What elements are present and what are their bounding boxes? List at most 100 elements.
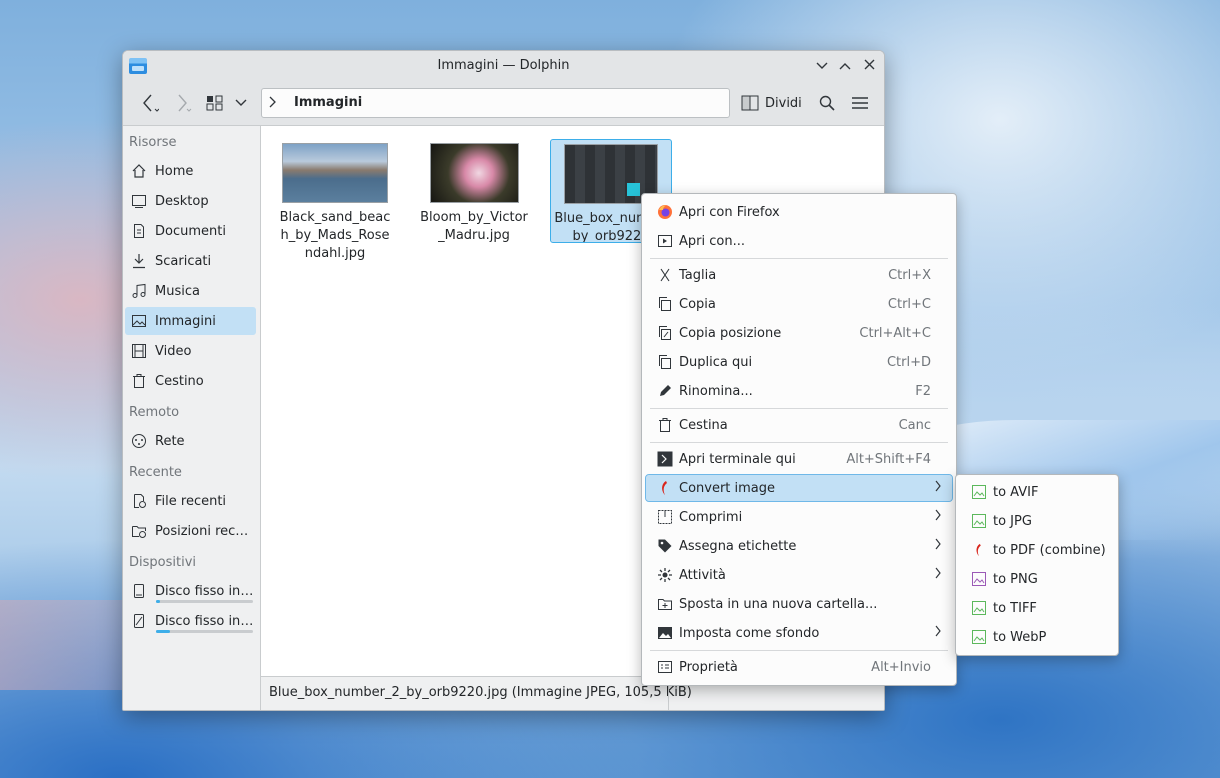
drive-usage-bar [156,600,253,603]
menu-item-duplicate[interactable]: Duplica qui Ctrl+D [646,349,952,375]
menu-separator [650,408,948,409]
breadcrumb[interactable]: Immagini [294,95,362,110]
menu-item-label: Convert image [679,480,776,496]
search-icon[interactable] [817,91,837,115]
sidebar-item-recent-locations[interactable]: Posizioni rece... [125,517,256,545]
submenu-item-to-tiff[interactable]: to TIFF [960,595,1114,621]
open-with-icon [657,233,673,249]
sidebar-item-label: Posizioni rece... [155,523,255,539]
menu-separator [650,650,948,651]
image-thumbnail [282,143,388,203]
duplicate-icon [657,354,673,370]
chevron-right-icon[interactable] [268,95,278,113]
submenu-item-to-webp[interactable]: to WebP [960,624,1114,650]
minimize-button[interactable] [813,57,831,75]
sidebar-item-label: Rete [155,433,185,449]
menu-item-trash[interactable]: Cestina Canc [646,412,952,438]
menu-item-label: Taglia [679,267,717,283]
menu-item-activities[interactable]: Attività [646,562,952,588]
maximize-button[interactable] [836,57,854,75]
submenu-item-to-jpg[interactable]: to JPG [960,508,1114,534]
submenu-item-to-avif[interactable]: to AVIF [960,479,1114,505]
sidebar-item-drive-2[interactable]: Disco fisso int... [125,607,256,635]
menu-item-label: Apri con... [679,233,745,249]
sidebar-item-documents[interactable]: Documenti [125,217,256,245]
menu-item-label: Rinomina... [679,383,753,399]
close-button[interactable] [860,57,878,75]
places-panel: Risorse Home Desktop Documenti Scaricati… [123,126,261,710]
menu-shortcut: Ctrl+X [888,267,931,283]
menu-item-open-with[interactable]: Apri con... [646,228,952,254]
sidebar-item-drive-1[interactable]: Disco fisso int... [125,577,256,605]
menu-shortcut: Canc [898,417,931,433]
back-button[interactable] [139,91,161,115]
sidebar-item-recent-files[interactable]: File recenti [125,487,256,515]
pdf-icon [657,480,673,496]
sidebar-item-downloads[interactable]: Scaricati [125,247,256,275]
location-bar[interactable]: Immagini [261,88,730,118]
menu-item-move-to-new-folder[interactable]: Sposta in una nuova cartella... [646,591,952,617]
sidebar-item-label: Disco fisso int... [155,613,255,629]
sidebar-item-label: Documenti [155,223,226,239]
blue-box-detail [627,183,640,196]
hard-drive-icon [130,612,148,630]
menu-item-label: Proprietà [679,659,738,675]
file-item[interactable]: Black_sand_beach_by_Mads_Rosendahl.jpg [275,139,395,263]
sidebar-item-label: Scaricati [155,253,212,269]
sidebar-item-network[interactable]: Rete [125,427,256,455]
split-button[interactable]: Dividi [741,91,802,115]
menu-item-copy[interactable]: Copia Ctrl+C [646,291,952,317]
sidebar-item-home[interactable]: Home [125,157,256,185]
sidebar-item-music[interactable]: Musica [125,277,256,305]
sidebar-item-label: Disco fisso int... [155,583,255,599]
image-icon [971,513,987,529]
section-header: Recente [129,465,182,480]
music-icon [130,282,148,300]
video-icon [130,342,148,360]
home-icon [130,162,148,180]
status-text: Blue_box_number_2_by_orb9220.jpg (Immagi… [269,685,692,700]
menu-item-open-firefox[interactable]: Apri con Firefox [646,199,952,225]
menu-item-copy-location[interactable]: Copia posizione Ctrl+Alt+C [646,320,952,346]
menu-shortcut: F2 [915,383,931,399]
menu-item-convert-image[interactable]: Convert image [645,474,953,502]
menu-item-label: Copia [679,296,716,312]
sidebar-item-label: Cestino [155,373,204,389]
menu-item-cut[interactable]: Taglia Ctrl+X [646,262,952,288]
sidebar-item-desktop[interactable]: Desktop [125,187,256,215]
menu-item-label: to PDF (combine) [993,542,1106,558]
menu-item-label: to PNG [993,571,1038,587]
sidebar-item-pictures[interactable]: Immagini [125,307,256,335]
title-bar[interactable]: Immagini — Dolphin [123,51,884,81]
menu-item-open-terminal[interactable]: Apri terminale qui Alt+Shift+F4 [646,446,952,472]
file-name: Bloom_by_Victor_Madru.jpg [420,210,528,243]
menu-item-label: Apri con Firefox [679,204,780,220]
view-mode-dropdown-icon[interactable] [233,91,249,115]
menu-shortcut: Ctrl+Alt+C [859,325,931,341]
menu-item-properties[interactable]: Proprietà Alt+Invio [646,654,952,680]
split-view-icon [741,95,759,111]
context-menu: Apri con Firefox Apri con... Taglia Ctrl… [641,193,957,686]
menu-item-label: to WebP [993,629,1047,645]
forward-button[interactable] [172,91,194,115]
sidebar-item-label: Home [155,163,194,179]
chevron-right-icon [934,538,942,554]
submenu-item-to-png[interactable]: to PNG [960,566,1114,592]
sidebar-item-label: File recenti [155,493,227,509]
view-mode-icon[interactable] [205,91,225,115]
archive-icon [657,509,673,525]
menu-item-set-wallpaper[interactable]: Imposta come sfondo [646,620,952,646]
sidebar-item-trash[interactable]: Cestino [125,367,256,395]
file-item[interactable]: Bloom_by_Victor_Madru.jpg [414,139,534,245]
section-header: Risorse [129,135,177,150]
copy-icon [657,296,673,312]
image-icon [971,629,987,645]
menu-item-rename[interactable]: Rinomina... F2 [646,378,952,404]
submenu-item-to-pdf[interactable]: to PDF (combine) [960,537,1114,563]
menu-item-compress[interactable]: Comprimi [646,504,952,530]
hamburger-menu-icon[interactable] [850,91,870,115]
sidebar-item-videos[interactable]: Video [125,337,256,365]
menu-item-label: to JPG [993,513,1032,529]
menu-item-assign-tags[interactable]: Assegna etichette [646,533,952,559]
terminal-icon [657,451,673,467]
